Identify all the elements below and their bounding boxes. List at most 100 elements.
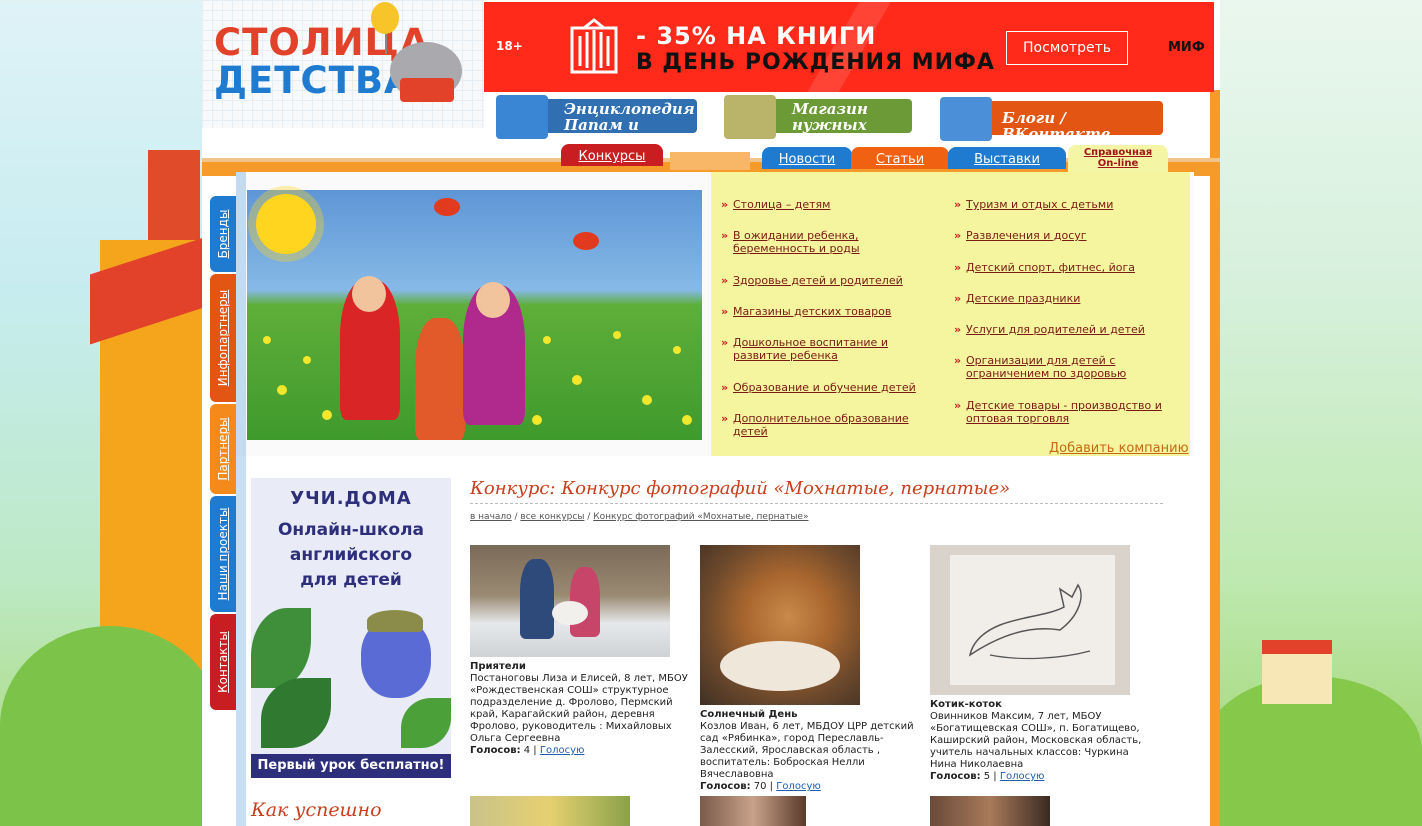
entry-card: Солнечный День Козлов Иван, 6 лет, МБДОУ… bbox=[700, 709, 914, 793]
side-tab-label: Наши проекты bbox=[216, 507, 230, 601]
add-company-link[interactable]: Добавить компанию bbox=[1049, 441, 1189, 456]
encyclopedia-line1: Энциклопедия bbox=[564, 100, 695, 118]
entry-name: Котик-коток bbox=[930, 699, 1002, 710]
entry-photo-kids-lamb[interactable] bbox=[470, 545, 670, 657]
tab-help-online[interactable]: Справочная On-line bbox=[1068, 145, 1168, 175]
tab-help-line2: On-line bbox=[1097, 158, 1139, 169]
catalog-link[interactable]: В ожидании ребенка, беременность и роды bbox=[721, 229, 933, 255]
photo-figure bbox=[520, 559, 554, 639]
entry-photo-cat-drawing[interactable] bbox=[930, 545, 1130, 695]
entry-description: Козлов Иван, 6 лет, МБДОУ ЦРР детский са… bbox=[700, 721, 914, 780]
page-frame-right bbox=[1210, 90, 1220, 826]
vote-sep: | bbox=[990, 771, 1000, 782]
promo-banner[interactable]: 18+ - 35% НА КНИГИ В ДЕНЬ РОЖДЕНИЯ МИФА … bbox=[484, 2, 1214, 92]
vote-link[interactable]: Голосую bbox=[1000, 771, 1045, 782]
side-rail bbox=[236, 172, 246, 826]
breadcrumb-contests[interactable]: все конкурсы bbox=[520, 512, 584, 522]
entry-description: Овинников Максим, 7 лет, МБОУ «Богатищев… bbox=[930, 711, 1142, 770]
banner-brand: МИФ bbox=[1168, 40, 1205, 55]
banner-line2: В ДЕНЬ РОЖДЕНИЯ МИФА bbox=[636, 50, 995, 75]
entry-votes-row: Голосов: 4 | Голосую bbox=[470, 745, 692, 757]
tab-contests-label: Конкурсы bbox=[578, 149, 646, 164]
notebook-icon bbox=[940, 97, 992, 141]
votes-label: Голосов: bbox=[700, 781, 751, 792]
gift-box-icon bbox=[724, 95, 776, 139]
leaf-decoration bbox=[401, 698, 451, 748]
blogs-link[interactable]: Блоги / ВКонтакте bbox=[940, 97, 1163, 142]
ad-footer: Первый урок бесплатно! bbox=[251, 754, 451, 778]
ad-text: Онлайн-школа английского для детей bbox=[251, 518, 451, 593]
entry-name: Приятели bbox=[470, 661, 526, 672]
page-title: Конкурс: Конкурс фотографий «Мохнатые, п… bbox=[470, 478, 1163, 504]
catalog-link[interactable]: Образование и обучение детей bbox=[721, 381, 933, 394]
tab-exhibitions[interactable]: Выставки bbox=[948, 147, 1066, 169]
shop-link[interactable]: Магазин нужных вещей bbox=[724, 95, 912, 149]
tab-news[interactable]: Новости bbox=[762, 147, 852, 169]
ad-logo: УЧИ.ДОМА bbox=[290, 488, 412, 509]
blogs-label: Блоги / ВКонтакте bbox=[1002, 109, 1111, 143]
ad-banner[interactable]: УЧИ.ДОМА Онлайн-школа английского для де… bbox=[251, 478, 451, 778]
vote-link[interactable]: Голосую bbox=[540, 745, 585, 756]
side-tab-our-projects[interactable]: Наши проекты bbox=[210, 496, 236, 612]
howto-heading[interactable]: Как успешно bbox=[251, 799, 382, 821]
catalog-link[interactable]: Детские праздники bbox=[954, 292, 1176, 305]
entry-card: Котик-коток Овинников Максим, 7 лет, МБО… bbox=[930, 699, 1144, 783]
butterfly-icon bbox=[573, 232, 599, 250]
catalog-link[interactable]: Организации для детей с ограничением по … bbox=[954, 354, 1176, 380]
vote-link[interactable]: Голосую bbox=[776, 781, 821, 792]
tab-exhibitions-label: Выставки bbox=[974, 152, 1040, 167]
side-tab-brands[interactable]: Бренды bbox=[210, 196, 236, 272]
balloon-icon bbox=[371, 2, 399, 34]
girl-head bbox=[476, 282, 510, 318]
entry-photo-next[interactable] bbox=[930, 796, 1050, 826]
photo-lamb bbox=[552, 601, 588, 625]
tab-articles[interactable]: Статьи bbox=[851, 147, 949, 169]
bg-house-right bbox=[1262, 640, 1332, 704]
side-tab-label: Контакты bbox=[216, 631, 230, 693]
breadcrumb: в начало / все конкурсы / Конкурс фотогр… bbox=[470, 512, 808, 522]
catalog-link[interactable]: Детский спорт, фитнес, йога bbox=[954, 261, 1176, 274]
catalog-link[interactable]: Туризм и отдых с детьми bbox=[954, 198, 1176, 211]
entry-photo-next[interactable] bbox=[700, 796, 806, 826]
girl-orange-hair bbox=[415, 318, 465, 440]
age-rating: 18+ bbox=[496, 39, 523, 53]
leaf-decoration bbox=[261, 678, 331, 748]
entry-description: Постаноговы Лиза и Елисей, 8 лет, МБОУ «… bbox=[470, 673, 688, 744]
entry-votes-row: Голосов: 5 | Голосую bbox=[930, 771, 1144, 783]
mouse-pants bbox=[400, 78, 454, 102]
side-tab-contacts[interactable]: Контакты bbox=[210, 614, 236, 710]
side-tab-infopartners[interactable]: Инфопартнеры bbox=[210, 274, 236, 402]
catalog-link[interactable]: Столица – детям bbox=[721, 198, 933, 211]
breadcrumb-home[interactable]: в начало bbox=[470, 512, 512, 522]
tab-contests[interactable]: Конкурсы bbox=[561, 144, 663, 166]
koala-hat bbox=[367, 610, 423, 632]
catalog-link[interactable]: Услуги для родителей и детей bbox=[954, 323, 1176, 336]
catalog-link[interactable]: Детские товары - производство и оптовая … bbox=[954, 399, 1176, 425]
entry-photo-dog[interactable] bbox=[700, 545, 860, 705]
girl-head bbox=[352, 276, 386, 312]
shop-line2: нужных вещей bbox=[792, 116, 867, 150]
ad-text-line1: Онлайн-школа bbox=[277, 520, 425, 540]
ad-text-line2: английского bbox=[289, 545, 413, 565]
cat-sketch-icon bbox=[968, 583, 1091, 660]
leaf-decoration bbox=[251, 608, 311, 688]
banner-line1: - 35% НА КНИГИ bbox=[636, 22, 877, 50]
encyclopedia-link[interactable]: Энциклопедия Папам и Мамам bbox=[496, 95, 697, 149]
nav-strip-decoration bbox=[670, 152, 750, 170]
catalog-link[interactable]: Магазины детских товаров bbox=[721, 305, 933, 318]
side-tab-partners[interactable]: Партнеры bbox=[210, 404, 236, 494]
catalog-link[interactable]: Дошкольное воспитание и развитие ребенка bbox=[721, 336, 933, 362]
shop-line1: Магазин bbox=[792, 100, 868, 118]
entry-card: Приятели Постаноговы Лиза и Елисей, 8 ле… bbox=[470, 661, 692, 757]
breadcrumb-current[interactable]: Конкурс фотографий «Мохнатые, пернатые» bbox=[593, 512, 808, 522]
entry-photo-next[interactable] bbox=[470, 796, 630, 826]
side-tab-label: Бренды bbox=[216, 209, 230, 259]
catalog-link[interactable]: Развлечения и досуг bbox=[954, 229, 1176, 242]
catalog-link[interactable]: Здоровье детей и родителей bbox=[721, 274, 933, 287]
breadcrumb-sep: / bbox=[584, 512, 594, 522]
catalog-link[interactable]: Дополнительное образование детей bbox=[721, 412, 933, 438]
banner-view-button[interactable]: Посмотреть bbox=[1006, 31, 1128, 65]
votes-label: Голосов: bbox=[930, 771, 981, 782]
tab-articles-label: Статьи bbox=[875, 152, 925, 167]
vote-sep: | bbox=[530, 745, 540, 756]
